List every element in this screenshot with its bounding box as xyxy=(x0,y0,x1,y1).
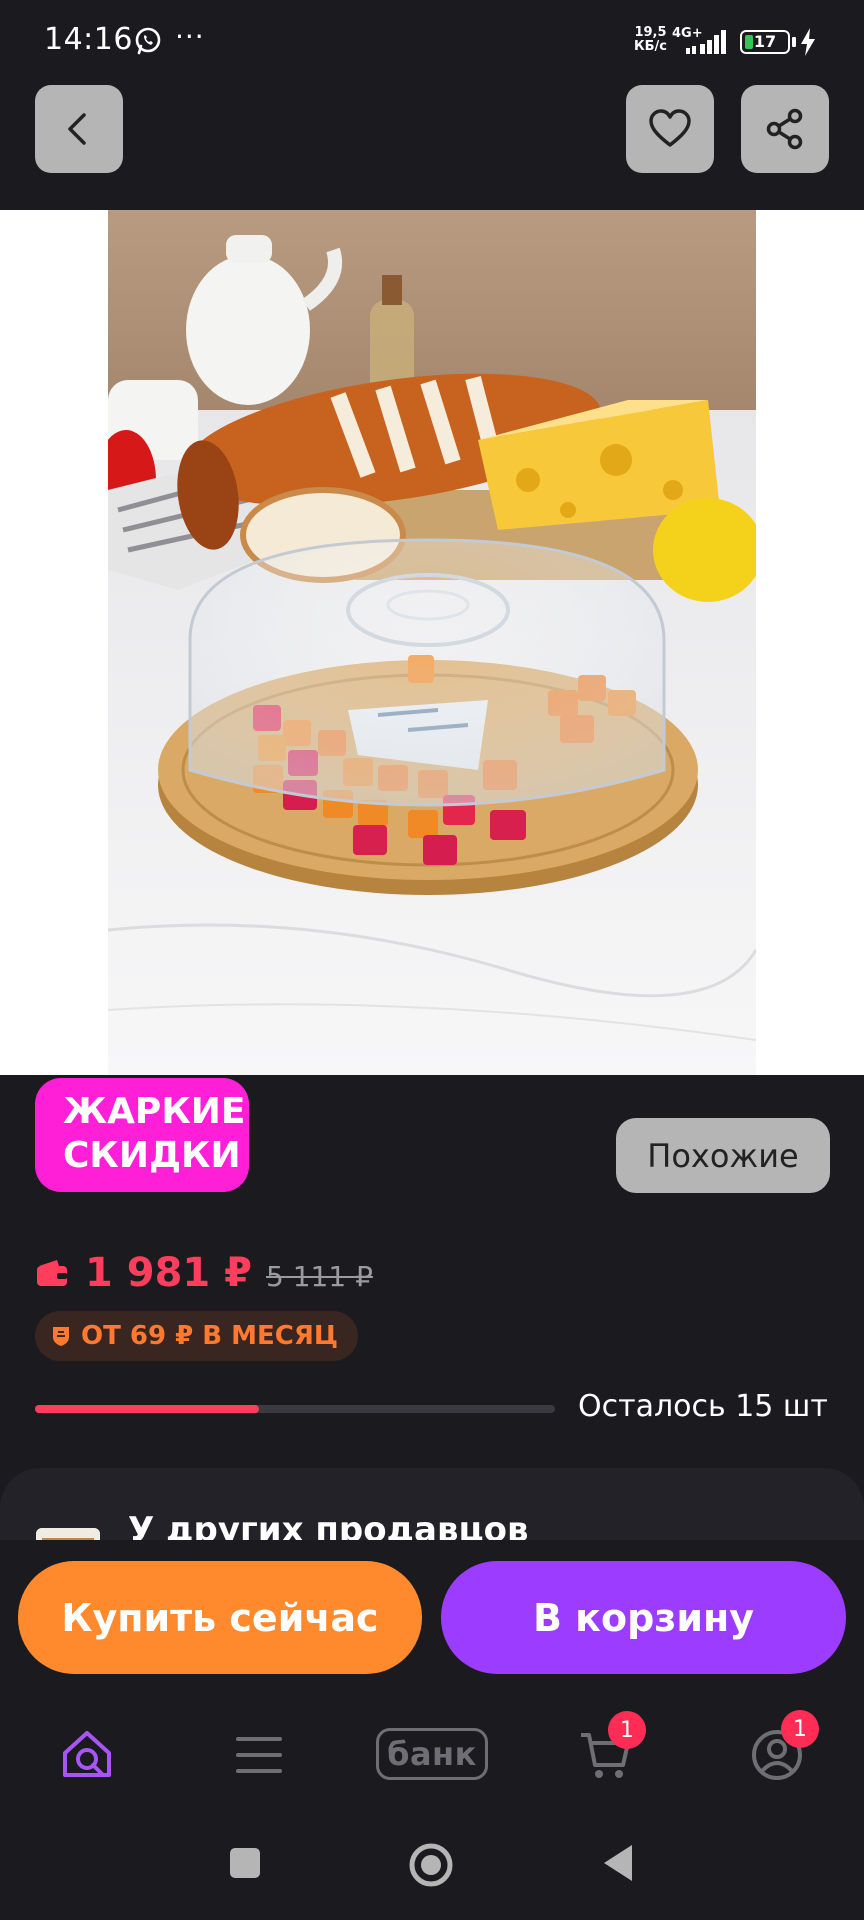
hot-deals-badge[interactable]: ЖАРКИЕ СКИДКИ xyxy=(35,1078,249,1192)
back-button[interactable] xyxy=(35,85,123,173)
installment-text: ОТ 69 ₽ В МЕСЯЦ xyxy=(81,1321,338,1351)
product-info-card: ЖАРКИЕ СКИДКИ Похожие 1 981 ₽ 5 111 ₽ ОТ… xyxy=(0,1075,864,1458)
status-time: 14:16 xyxy=(44,22,133,57)
heart-icon xyxy=(649,109,691,147)
profile-notification-badge: 1 xyxy=(781,1710,819,1748)
chevron-left-icon xyxy=(68,113,86,145)
cart-count-badge: 1 xyxy=(608,1711,646,1749)
home-icon[interactable] xyxy=(408,1842,454,1888)
favorite-button[interactable] xyxy=(626,85,714,173)
recent-apps-icon[interactable] xyxy=(228,1846,262,1880)
charging-icon xyxy=(801,28,815,56)
network-speed: 19,5 КБ/с xyxy=(634,26,667,54)
back-nav-icon[interactable] xyxy=(600,1843,636,1883)
add-to-cart-button[interactable]: В корзину xyxy=(441,1561,846,1674)
status-bar: 14:16 ··· 19,5 КБ/с 4G+ 17 xyxy=(0,0,864,84)
hot-deals-line2: СКИДКИ xyxy=(63,1135,241,1176)
top-action-bar xyxy=(0,84,864,210)
shield-icon xyxy=(53,1327,69,1346)
share-icon xyxy=(766,108,803,150)
battery-cap xyxy=(792,37,796,47)
menu-icon xyxy=(236,1737,282,1773)
product-gallery[interactable] xyxy=(0,210,864,1075)
whatsapp-icon xyxy=(135,27,161,55)
home-search-icon xyxy=(63,1731,111,1777)
signal-icon xyxy=(686,30,726,54)
nav-catalog[interactable] xyxy=(224,1720,294,1790)
share-button[interactable] xyxy=(741,85,829,173)
bottom-navigation: банк 1 1 xyxy=(0,1680,864,1830)
speed-unit: КБ/с xyxy=(634,39,667,54)
nav-bank[interactable]: банк xyxy=(376,1728,488,1780)
price-row: 1 981 ₽ 5 111 ₽ xyxy=(35,1243,373,1303)
installment-badge[interactable]: ОТ 69 ₽ В МЕСЯЦ xyxy=(35,1311,358,1361)
more-notifications-icon: ··· xyxy=(175,20,205,53)
speed-value: 19,5 xyxy=(634,25,667,40)
nav-home[interactable] xyxy=(52,1720,122,1790)
current-price: 1 981 ₽ xyxy=(85,1250,253,1296)
old-price: 5 111 ₽ xyxy=(266,1259,373,1293)
system-navigation-bar xyxy=(0,1830,864,1920)
wallet-icon xyxy=(37,1260,67,1286)
similar-button[interactable]: Похожие xyxy=(616,1118,830,1193)
stock-progress-bar xyxy=(35,1405,555,1413)
hot-deals-line1: ЖАРКИЕ xyxy=(63,1091,246,1132)
product-photo-illustration xyxy=(108,210,756,1075)
battery-percent: 17 xyxy=(753,32,777,51)
purchase-actions: Купить сейчас В корзину xyxy=(0,1540,864,1680)
product-photo[interactable] xyxy=(108,210,756,1075)
stock-remaining: Осталось 15 шт xyxy=(578,1389,828,1424)
buy-now-button[interactable]: Купить сейчас xyxy=(18,1561,422,1674)
stock-progress-fill xyxy=(35,1405,259,1413)
battery-icon: 17 xyxy=(740,30,790,54)
